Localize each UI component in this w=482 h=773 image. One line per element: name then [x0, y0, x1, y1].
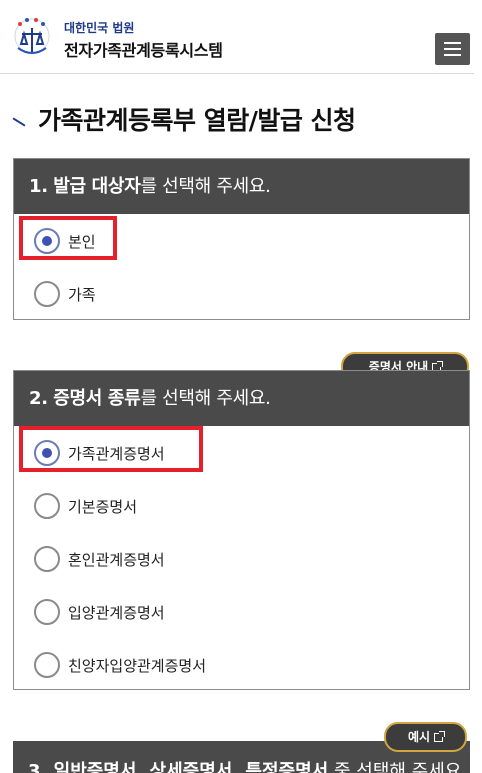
selection-highlight [19, 426, 203, 472]
court-logo-icon [14, 18, 50, 54]
option-marriage-cert[interactable]: 혼인관계증명서 [14, 532, 469, 585]
section-text: 를 선택해 주세요. [140, 176, 271, 197]
section-number: 2. [29, 388, 48, 409]
hamburger-line [444, 48, 461, 50]
option-label[interactable]: 기본증명서 [68, 496, 137, 517]
site-header: 대한민국 법원 전자가족관계등록시스템 [0, 0, 482, 74]
option-basic-cert[interactable]: 기본증명서 [14, 479, 469, 532]
section-strong-text: 증명서 종류 [53, 388, 141, 409]
system-name[interactable]: 전자가족관계등록시스템 [64, 37, 223, 61]
selection-highlight [19, 216, 117, 260]
option-label[interactable]: 친양자입양관계증명서 [68, 655, 206, 676]
option-label[interactable]: 혼인관계증명서 [68, 549, 165, 570]
section-header: 1. 발급 대상자를 선택해 주세요. [14, 159, 469, 214]
section-number: 1. [29, 176, 48, 197]
section-text: 중 선택해 주세요. [328, 761, 468, 773]
example-button[interactable]: 예시 [384, 722, 467, 752]
section-certificate-type: 2. 증명서 종류를 선택해 주세요. 가족관계증명서 기본증명서 혼인관계증명… [13, 370, 470, 690]
option-full-adoption-cert[interactable]: 친양자입양관계증명서 [14, 638, 469, 691]
option-family[interactable]: 가족 [14, 267, 469, 320]
hamburger-menu-button[interactable] [435, 33, 470, 65]
option-label[interactable]: 입양관계증명서 [68, 602, 165, 623]
option-adoption-cert[interactable]: 입양관계증명서 [14, 585, 469, 638]
org-name: 대한민국 법원 [64, 21, 135, 35]
section-header: 2. 증명서 종류를 선택해 주세요. [14, 371, 469, 426]
scrollbar[interactable] [474, 0, 482, 773]
page-title: 가족관계등록부 열람/발급 신청 [12, 102, 356, 136]
section-strong-text: 3. 일반증명서, 상세증명서, 특정증명서 [28, 761, 329, 773]
section-text: 를 선택해 주세요. [140, 388, 271, 409]
radio-button[interactable] [34, 281, 60, 307]
option-label[interactable]: 가족 [68, 284, 96, 305]
section-strong-text: 발급 대상자 [53, 176, 141, 197]
page-title-text: 가족관계등록부 열람/발급 신청 [38, 106, 356, 135]
external-link-icon [434, 731, 446, 742]
radio-button[interactable] [34, 599, 60, 625]
radio-button[interactable] [34, 546, 60, 572]
pill-label: 예시 [407, 730, 431, 744]
hamburger-line [444, 54, 461, 56]
title-mark-icon [12, 117, 26, 127]
hamburger-menu-icon [444, 42, 461, 44]
radio-button[interactable] [34, 652, 60, 678]
radio-button[interactable] [34, 493, 60, 519]
